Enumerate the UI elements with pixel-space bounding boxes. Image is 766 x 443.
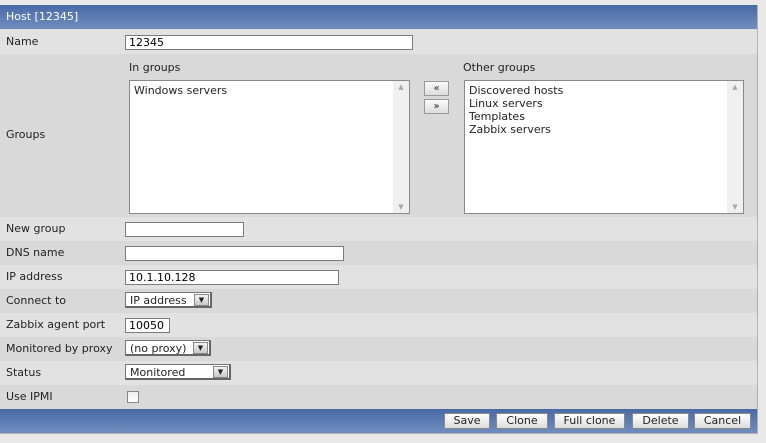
proxy-select[interactable]: (no proxy) ▼ bbox=[125, 340, 211, 356]
chevron-down-icon: ▼ bbox=[213, 366, 228, 378]
new-group-input[interactable] bbox=[125, 222, 244, 237]
chevron-down-icon: ▼ bbox=[194, 294, 209, 306]
list-item[interactable]: Zabbix servers bbox=[465, 123, 743, 136]
chevron-down-icon: ▼ bbox=[193, 342, 208, 354]
move-left-button[interactable]: « bbox=[424, 81, 449, 96]
row-name: Name bbox=[0, 30, 757, 54]
row-proxy: Monitored by proxy (no proxy) ▼ bbox=[0, 337, 757, 361]
row-port: Zabbix agent port bbox=[0, 313, 757, 337]
cancel-button[interactable]: Cancel bbox=[694, 413, 751, 429]
list-item[interactable]: Discovered hosts bbox=[465, 84, 743, 97]
list-item[interactable]: Windows servers bbox=[130, 84, 409, 97]
clone-button[interactable]: Clone bbox=[496, 413, 548, 429]
other-groups-label: Other groups bbox=[463, 61, 536, 74]
host-form: Host [12345] Name Groups In groups Windo… bbox=[0, 5, 758, 434]
dns-input[interactable] bbox=[125, 246, 344, 261]
connect-value: IP address bbox=[130, 294, 187, 307]
name-input[interactable] bbox=[125, 35, 413, 50]
list-item[interactable]: Linux servers bbox=[465, 97, 743, 110]
port-input[interactable] bbox=[125, 318, 170, 333]
row-dns: DNS name bbox=[0, 241, 757, 265]
ip-label: IP address bbox=[6, 270, 63, 283]
dns-label: DNS name bbox=[6, 246, 65, 259]
save-button[interactable]: Save bbox=[444, 413, 490, 429]
row-status: Status Monitored ▼ bbox=[0, 361, 757, 385]
form-header: Host [12345] bbox=[0, 5, 757, 29]
ip-input[interactable] bbox=[125, 270, 339, 285]
name-label: Name bbox=[6, 35, 39, 48]
ipmi-checkbox[interactable] bbox=[127, 391, 139, 403]
row-ipmi: Use IPMI bbox=[0, 385, 757, 409]
new-group-label: New group bbox=[6, 222, 66, 235]
proxy-label: Monitored by proxy bbox=[6, 342, 113, 355]
delete-button[interactable]: Delete bbox=[632, 413, 689, 429]
in-groups-label: In groups bbox=[129, 61, 181, 74]
move-right-button[interactable]: » bbox=[424, 99, 449, 114]
row-groups: Groups In groups Windows servers ▲ ▼ « » … bbox=[0, 54, 757, 217]
in-groups-list[interactable]: Windows servers ▲ ▼ bbox=[129, 80, 410, 214]
status-select[interactable]: Monitored ▼ bbox=[125, 364, 231, 380]
scrollbar[interactable]: ▲ ▼ bbox=[393, 81, 409, 213]
row-connect: Connect to IP address ▼ bbox=[0, 289, 757, 313]
form-footer: Save Clone Full clone Delete Cancel bbox=[0, 409, 757, 433]
groups-label: Groups bbox=[6, 128, 46, 141]
connect-select[interactable]: IP address ▼ bbox=[125, 292, 212, 308]
other-groups-list[interactable]: Discovered hosts Linux servers Templates Za… bbox=[464, 80, 744, 214]
scrollbar[interactable]: ▲ ▼ bbox=[727, 81, 743, 213]
status-value: Monitored bbox=[130, 366, 186, 379]
row-ip: IP address bbox=[0, 265, 757, 289]
ipmi-label: Use IPMI bbox=[6, 390, 53, 403]
row-new-group: New group bbox=[0, 217, 757, 241]
status-label: Status bbox=[6, 366, 42, 379]
list-item[interactable]: Templates bbox=[465, 110, 743, 123]
proxy-value: (no proxy) bbox=[130, 342, 187, 355]
full-clone-button[interactable]: Full clone bbox=[554, 413, 625, 429]
port-label: Zabbix agent port bbox=[6, 318, 106, 331]
connect-label: Connect to bbox=[6, 294, 67, 307]
